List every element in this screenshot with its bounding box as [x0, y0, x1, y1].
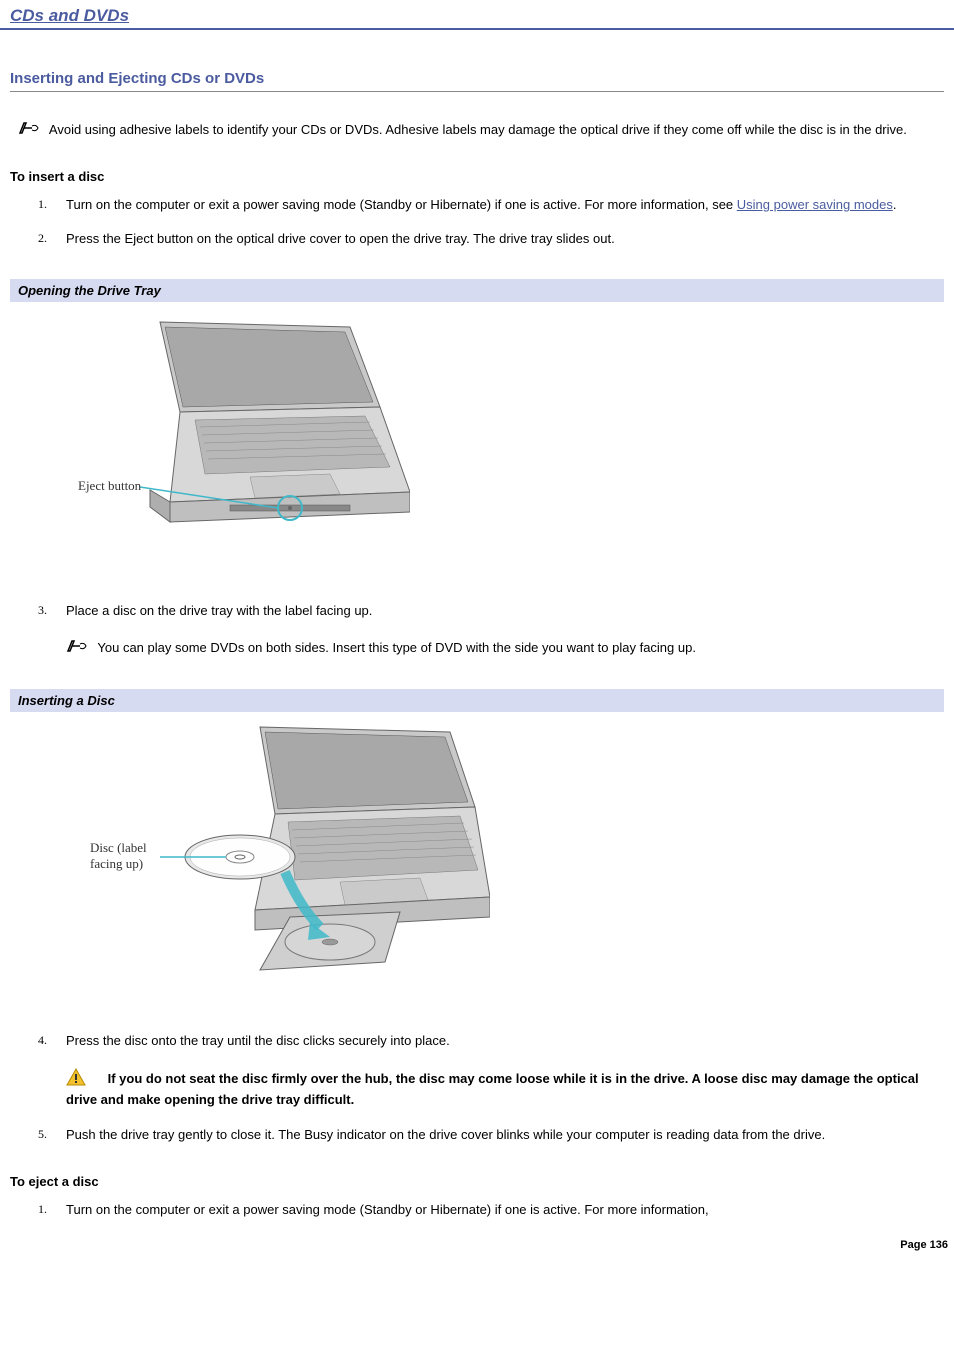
figure-caption: Inserting a Disc — [10, 689, 944, 712]
svg-text:Disc (label: Disc (label — [90, 840, 147, 855]
dvd-sides-note: You can play some DVDs on both sides. In… — [66, 638, 944, 659]
insert-heading: To insert a disc — [10, 169, 944, 184]
eject-steps: 1. Turn on the computer or exit a power … — [10, 1201, 944, 1219]
figure-inserting-disc: Inserting a Disc — [10, 689, 944, 992]
insert-steps-3: 3. Place a disc on the drive tray with t… — [10, 602, 944, 659]
eject-heading: To eject a disc — [10, 1174, 944, 1189]
adhesive-label-note: Avoid using adhesive labels to identify … — [10, 120, 944, 141]
list-item: 4. Press the disc onto the tray until th… — [46, 1032, 944, 1110]
step-text: Turn on the computer or exit a power sav… — [66, 1202, 709, 1217]
power-saving-modes-link[interactable]: Using power saving modes — [737, 197, 893, 212]
step-number: 1. — [38, 196, 47, 213]
figure-image: Disc (label facing up) — [10, 712, 944, 992]
step-number: 2. — [38, 230, 47, 247]
warning-icon — [66, 1068, 86, 1091]
step-text-post: . — [893, 197, 897, 212]
step-number: 4. — [38, 1032, 47, 1049]
section-heading: Inserting and Ejecting CDs or DVDs — [10, 70, 944, 92]
warning-text: If you do not seat the disc firmly over … — [66, 1071, 919, 1107]
page-title: CDs and DVDs — [0, 0, 954, 30]
note-icon — [18, 120, 42, 141]
step-text: Press the Eject button on the optical dr… — [66, 231, 615, 246]
step-text: Press the disc onto the tray until the d… — [66, 1033, 450, 1048]
step-number: 3. — [38, 602, 47, 619]
list-item: 3. Place a disc on the drive tray with t… — [46, 602, 944, 659]
step-text-pre: Turn on the computer or exit a power sav… — [66, 197, 737, 212]
note-icon — [66, 638, 90, 659]
eject-button-label: Eject button — [78, 478, 142, 493]
loose-disc-warning: If you do not seat the disc firmly over … — [66, 1068, 944, 1109]
figure-opening-drive-tray: Opening the Drive Tray — [10, 279, 944, 562]
list-item: 1. Turn on the computer or exit a power … — [46, 196, 944, 214]
list-item: 2. Press the Eject button on the optical… — [46, 230, 944, 248]
note-text: Avoid using adhesive labels to identify … — [49, 122, 907, 137]
svg-text:facing up): facing up) — [90, 856, 143, 871]
list-item: 5. Push the drive tray gently to close i… — [46, 1126, 944, 1144]
step-text: Place a disc on the drive tray with the … — [66, 603, 372, 618]
step-text: Push the drive tray gently to close it. … — [66, 1127, 825, 1142]
list-item: 1. Turn on the computer or exit a power … — [46, 1201, 944, 1219]
step-number: 5. — [38, 1126, 47, 1143]
insert-steps-4-5: 4. Press the disc onto the tray until th… — [10, 1032, 944, 1144]
page-number: Page 136 — [900, 1239, 948, 1251]
insert-steps-1-2: 1. Turn on the computer or exit a power … — [10, 196, 944, 248]
step-number: 1. — [38, 1201, 47, 1218]
figure-caption: Opening the Drive Tray — [10, 279, 944, 302]
subnote-text: You can play some DVDs on both sides. In… — [97, 640, 696, 655]
figure-image: Eject button — [10, 302, 944, 562]
